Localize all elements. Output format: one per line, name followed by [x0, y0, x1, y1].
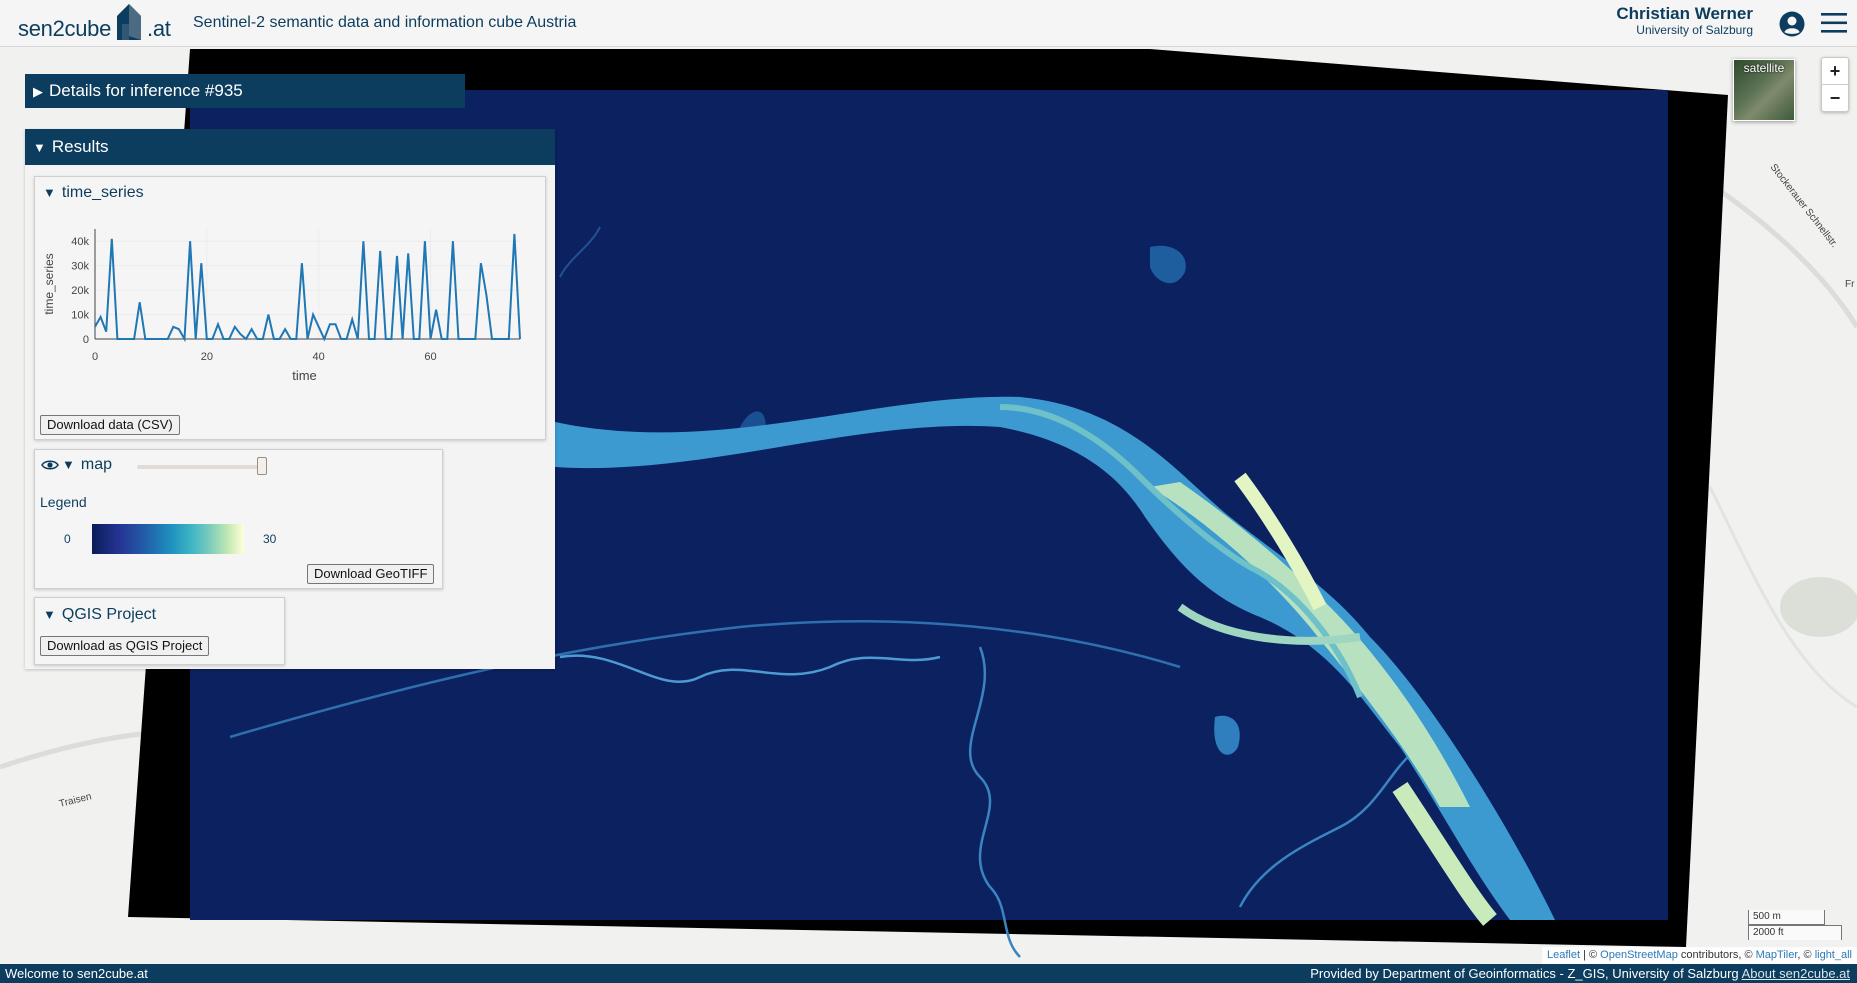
y-tick-label: 0 [83, 334, 89, 346]
scale-metric: 500 m [1748, 910, 1825, 925]
maptiler-link[interactable]: MapTiler [1756, 949, 1798, 961]
map-layer-card: ▼ map Legend 0 30 Download GeoTIFF [34, 449, 443, 589]
expand-right-icon: ▶ [33, 84, 43, 99]
collapse-down-icon: ▼ [62, 457, 75, 472]
eye-visibility-icon[interactable] [41, 459, 59, 471]
attribution-sep2: , © [1797, 949, 1815, 961]
time-series-line [94, 233, 521, 343]
time-series-card: ▼ time_series 0 10k 20k 30k 40k 0 20 40 60 time tim… [34, 176, 546, 440]
opacity-slider-handle[interactable] [257, 457, 267, 475]
hamburger-menu-icon[interactable] [1821, 13, 1847, 33]
results-panel-header[interactable]: ▼ Results [25, 129, 555, 165]
x-tick-label: 40 [313, 351, 325, 363]
zoom-in-button[interactable]: + [1822, 58, 1848, 85]
satellite-layer-label: satellite [1743, 61, 1785, 75]
scale-imperial: 2000 ft [1748, 925, 1842, 940]
y-tick-label: 10k [71, 310, 89, 322]
results-panel-title: Results [51, 137, 109, 156]
y-tick-label: 40k [71, 236, 89, 248]
footer-provided-by: Provided by Department of Geoinformatics… [1310, 966, 1739, 981]
osm-link[interactable]: OpenStreetMap [1600, 949, 1678, 961]
user-account-icon[interactable] [1779, 11, 1805, 37]
logo-text-right: .at [147, 16, 171, 41]
x-tick-label: 0 [92, 351, 98, 363]
logo-text-left: sen2cube [18, 16, 112, 41]
map-attribution: Leaflet | © OpenStreetMap contributors, … [1541, 947, 1857, 964]
sen2cube-logo[interactable]: sen2cube .at [18, 4, 171, 44]
map-scale: 500 m 2000 ft [1748, 910, 1842, 940]
download-qgis-button[interactable]: Download as QGIS Project [40, 636, 210, 656]
footer-credits: Provided by Department of Geoinformatics… [1310, 964, 1850, 983]
download-csv-button[interactable]: Download data (CSV) [40, 415, 180, 435]
leaflet-link[interactable]: Leaflet [1547, 949, 1580, 961]
zoom-out-button[interactable]: − [1822, 85, 1848, 111]
attribution-sep: | © [1580, 949, 1601, 961]
collapse-down-icon: ▼ [43, 607, 56, 622]
opacity-slider[interactable] [137, 457, 267, 475]
legend-max: 30 [263, 532, 277, 546]
legend-label: Legend [40, 494, 87, 510]
y-tick-label: 30k [71, 261, 89, 273]
time-series-header[interactable]: ▼ time_series [43, 184, 144, 202]
footer-welcome: Welcome to sen2cube.at [5, 966, 148, 981]
street-label-partial: Fr [1845, 279, 1855, 290]
map-layer-title: map [80, 456, 112, 473]
collapse-down-icon: ▼ [43, 185, 56, 200]
legend-color-ramp [92, 524, 244, 554]
house-logo-icon [117, 4, 142, 40]
legend-min: 0 [64, 532, 71, 546]
user-info[interactable]: Christian Werner University of Salzburg [1616, 5, 1753, 38]
time-series-chart: 0 10k 20k 30k 40k 0 20 40 60 time time_series [42, 229, 521, 383]
y-axis-label: time_series [42, 253, 56, 314]
details-panel-header[interactable]: ▶ Details for inference #935 [25, 74, 465, 108]
details-panel-title: Details for inference #935 [49, 81, 243, 100]
x-axis-label: time [292, 368, 317, 383]
footer-bar: Welcome to sen2cube.at Provided by Depar… [0, 964, 1857, 983]
qgis-title: QGIS Project [61, 606, 157, 623]
results-panel: ▼ Results ▼ time_series 0 10k 20k 30k 40k 0 20 40… [25, 129, 555, 669]
download-geotiff-button[interactable]: Download GeoTIFF [307, 564, 435, 584]
street-label-traisen: Traisen [58, 791, 93, 810]
qgis-header[interactable]: ▼ QGIS Project [43, 606, 156, 624]
satellite-layer-button[interactable]: satellite [1733, 59, 1795, 121]
time-series-title: time_series [61, 184, 144, 201]
user-name: Christian Werner [1616, 4, 1753, 23]
zoom-control: + − [1821, 57, 1849, 112]
top-header: sen2cube .at Sentinel-2 semantic data an… [0, 0, 1857, 47]
light-all-link[interactable]: light_all [1815, 949, 1852, 961]
map-layer-header[interactable]: ▼ map [62, 456, 112, 474]
x-tick-label: 20 [201, 351, 213, 363]
qgis-card: ▼ QGIS Project Download as QGIS Project [34, 597, 285, 665]
collapse-down-icon: ▼ [33, 140, 46, 155]
user-organization: University of Salzburg [1636, 23, 1753, 37]
y-tick-label: 20k [71, 285, 89, 297]
about-link[interactable]: About sen2cube.at [1742, 966, 1850, 981]
x-tick-label: 60 [424, 351, 436, 363]
app-title: Sentinel-2 semantic data and information… [193, 14, 577, 31]
attribution-contrib: contributors, © [1677, 949, 1756, 961]
